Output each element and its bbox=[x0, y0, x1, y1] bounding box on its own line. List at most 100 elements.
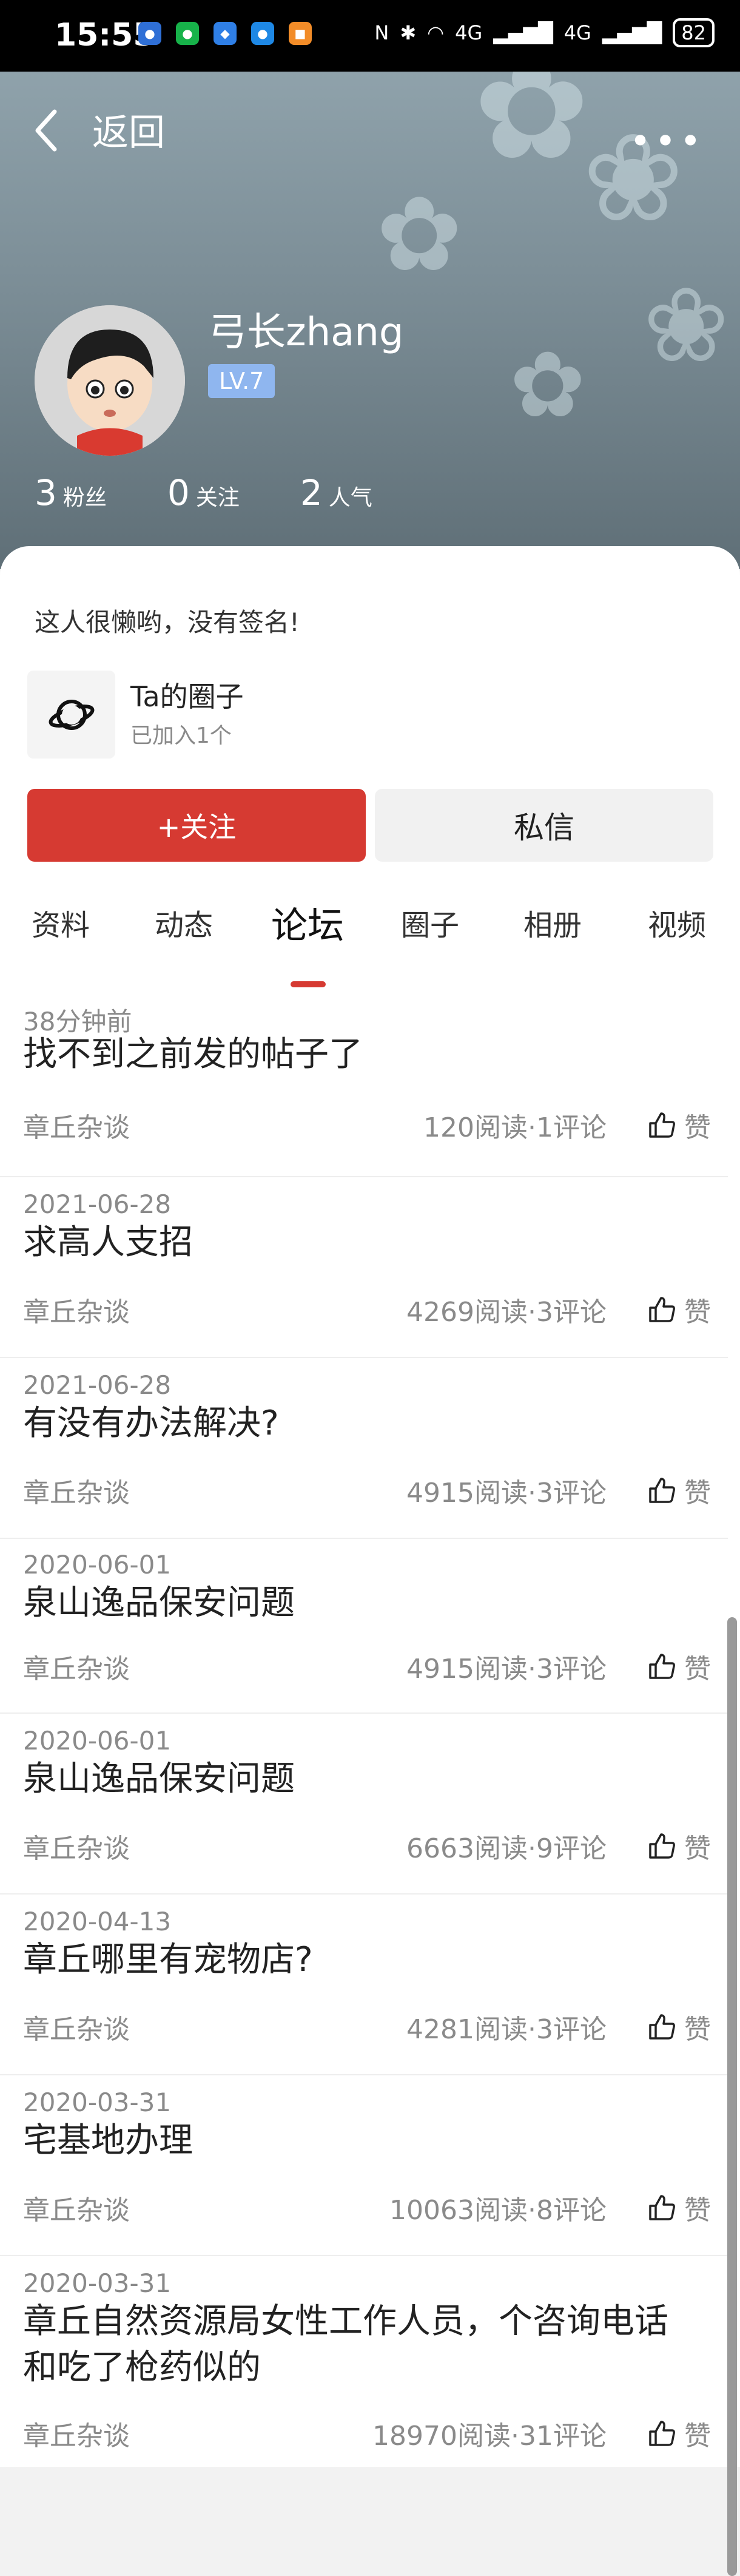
stat-label: 粉丝 bbox=[62, 485, 107, 510]
like-button[interactable]: 赞 bbox=[648, 1471, 711, 1510]
like-button[interactable]: 赞 bbox=[648, 1106, 711, 1144]
thumbs-up-icon bbox=[649, 1478, 675, 1503]
like-label: 赞 bbox=[684, 1478, 711, 1509]
post-list: 38分钟前 找不到之前发的帖子了 章丘杂谈 120阅读·1评论 赞 2021-0… bbox=[0, 996, 728, 2480]
like-button[interactable]: 赞 bbox=[648, 1290, 711, 1329]
active-tab-indicator bbox=[291, 981, 326, 987]
like-button[interactable]: 赞 bbox=[648, 2007, 711, 2046]
stat-number: 3 bbox=[35, 472, 57, 513]
profile-stats: 3 粉丝 0 关注 2 人气 bbox=[35, 472, 372, 513]
post-title[interactable]: 求高人支招 bbox=[23, 1220, 696, 1266]
circle-title[interactable]: Ta的圈子 bbox=[130, 675, 244, 715]
post-date: 2021-06-28 bbox=[23, 1189, 172, 1219]
post-stats: 18970阅读·31评论 bbox=[372, 2421, 607, 2452]
back-button[interactable]: 返回 bbox=[92, 103, 165, 156]
post-item[interactable]: 2020-06-01 泉山逸品保安问题 章丘杂谈 4915阅读·3评论 赞 bbox=[0, 1539, 728, 1714]
post-item[interactable]: 2020-06-01 泉山逸品保安问题 章丘杂谈 6663阅读·9评论 赞 bbox=[0, 1714, 728, 1895]
like-label: 赞 bbox=[684, 1297, 711, 1328]
post-category[interactable]: 章丘杂谈 bbox=[23, 1647, 130, 1686]
post-category[interactable]: 章丘杂谈 bbox=[23, 1290, 130, 1329]
like-label: 赞 bbox=[684, 1654, 711, 1685]
post-date: 2020-04-13 bbox=[23, 1907, 172, 1936]
stat-popularity[interactable]: 2 人气 bbox=[300, 472, 372, 513]
tab-profile[interactable]: 资料 bbox=[32, 901, 90, 944]
tab-activity[interactable]: 动态 bbox=[155, 901, 213, 944]
like-button[interactable]: 赞 bbox=[648, 1647, 711, 1686]
post-date: 2021-06-28 bbox=[23, 1370, 172, 1400]
signature: 这人很懒哟，没有签名! bbox=[35, 607, 300, 637]
follow-button[interactable]: +关注 bbox=[27, 789, 366, 862]
battery-indicator: 82 bbox=[673, 18, 715, 47]
stat-fans[interactable]: 3 粉丝 bbox=[35, 472, 107, 513]
signal-label: 4G bbox=[563, 21, 591, 44]
post-category[interactable]: 章丘杂谈 bbox=[23, 2188, 130, 2227]
like-label: 赞 bbox=[684, 2195, 711, 2226]
post-stats: 4915阅读·3评论 bbox=[406, 1654, 607, 1685]
decorative-flower-icon: ✿ bbox=[510, 333, 586, 438]
post-title[interactable]: 泉山逸品保安问题 bbox=[23, 1580, 696, 1626]
post-category[interactable]: 章丘杂谈 bbox=[23, 1827, 130, 1865]
tab-forum[interactable]: 论坛 bbox=[271, 896, 344, 949]
decorative-flower-icon: ✿ bbox=[376, 175, 463, 295]
post-stats: 120阅读·1评论 bbox=[423, 1112, 607, 1143]
circle-entry[interactable] bbox=[27, 671, 115, 759]
avatar-illustration bbox=[35, 305, 185, 456]
post-item[interactable]: 2021-06-28 求高人支招 章丘杂谈 4269阅读·3评论 赞 bbox=[0, 1177, 728, 1358]
decorative-flower-icon: ❀ bbox=[643, 266, 730, 386]
tab-album[interactable]: 相册 bbox=[523, 901, 582, 944]
back-arrow-icon[interactable] bbox=[29, 103, 66, 158]
post-category[interactable]: 章丘杂谈 bbox=[23, 1106, 130, 1144]
level-badge: LV.7 bbox=[208, 364, 275, 398]
message-button[interactable]: 私信 bbox=[375, 789, 713, 862]
wechat-icon: ● bbox=[176, 22, 199, 45]
status-bar: 15:55 ● ● ◆ ● ■ N ✱ ◠ 4G ▂▄▆█ 4G ▂▄▆█ 82 bbox=[0, 0, 740, 72]
like-button[interactable]: 赞 bbox=[648, 2414, 711, 2453]
bluetooth-icon: ✱ bbox=[400, 21, 417, 44]
thumbs-up-icon bbox=[649, 2195, 675, 2220]
stat-number: 0 bbox=[167, 472, 190, 513]
post-item[interactable]: 2021-06-28 有没有办法解决? 章丘杂谈 4915阅读·3评论 赞 bbox=[0, 1358, 728, 1539]
post-category[interactable]: 章丘杂谈 bbox=[23, 2414, 130, 2453]
profile-tabs: 资料 动态 论坛 圈子 相册 视频 bbox=[0, 901, 740, 956]
circle-subtitle: 已加入1个 bbox=[130, 723, 232, 748]
nfc-icon: N bbox=[374, 21, 389, 44]
thumbs-up-icon bbox=[649, 2014, 675, 2040]
thumbs-up-icon bbox=[649, 1654, 675, 1679]
tab-circle[interactable]: 圈子 bbox=[401, 901, 459, 944]
post-stats: 4915阅读·3评论 bbox=[406, 1478, 607, 1509]
post-date: 2020-06-01 bbox=[23, 1550, 172, 1580]
list-bottom-space bbox=[0, 2467, 740, 2576]
post-item[interactable]: 2020-04-13 章丘哪里有宠物店? 章丘杂谈 4281阅读·3评论 赞 bbox=[0, 1895, 728, 2075]
post-date: 2020-06-01 bbox=[23, 1726, 172, 1756]
post-item[interactable]: 2020-03-31 宅基地办理 章丘杂谈 10063阅读·8评论 赞 bbox=[0, 2075, 728, 2256]
thumbs-up-icon bbox=[649, 1112, 675, 1138]
stat-label: 关注 bbox=[195, 485, 240, 510]
post-title[interactable]: 泉山逸品保安问题 bbox=[23, 1756, 696, 1802]
like-button[interactable]: 赞 bbox=[648, 2188, 711, 2227]
post-title[interactable]: 章丘自然资源局女性工作人员，个咨询电话和吃了枪药似的 bbox=[23, 2299, 696, 2391]
post-title[interactable]: 宅基地办理 bbox=[23, 2118, 696, 2164]
post-stats: 4281阅读·3评论 bbox=[406, 2014, 607, 2045]
stat-following[interactable]: 0 关注 bbox=[167, 472, 240, 513]
post-title[interactable]: 找不到之前发的帖子了 bbox=[23, 1032, 696, 1078]
scrollbar[interactable] bbox=[727, 1617, 737, 2576]
tab-video[interactable]: 视频 bbox=[648, 901, 706, 944]
post-category[interactable]: 章丘杂谈 bbox=[23, 1471, 130, 1510]
post-item[interactable]: 38分钟前 找不到之前发的帖子了 章丘杂谈 120阅读·1评论 赞 bbox=[0, 996, 728, 1177]
thumbs-up-icon bbox=[649, 1297, 675, 1322]
post-title[interactable]: 有没有办法解决? bbox=[23, 1401, 696, 1447]
post-title[interactable]: 章丘哪里有宠物店? bbox=[23, 1937, 696, 1983]
post-stats: 4269阅读·3评论 bbox=[406, 1297, 607, 1328]
post-category[interactable]: 章丘杂谈 bbox=[23, 2007, 130, 2046]
profile-card: 这人很懒哟，没有签名! Ta的圈子 已加入1个 +关注 私信 资料 动态 论坛 … bbox=[0, 546, 740, 2467]
app-notification-icon: ◆ bbox=[214, 22, 237, 45]
avatar[interactable] bbox=[35, 305, 185, 456]
post-date: 2020-03-31 bbox=[23, 2088, 172, 2117]
thumbs-up-icon bbox=[649, 2421, 675, 2446]
app-notification-icon: ● bbox=[138, 22, 161, 45]
like-label: 赞 bbox=[684, 1112, 711, 1143]
more-options-icon[interactable]: ••• bbox=[630, 120, 705, 163]
post-item[interactable]: 2020-03-31 章丘自然资源局女性工作人员，个咨询电话和吃了枪药似的 章丘… bbox=[0, 2256, 728, 2480]
like-label: 赞 bbox=[684, 1833, 711, 1864]
like-button[interactable]: 赞 bbox=[648, 1827, 711, 1865]
